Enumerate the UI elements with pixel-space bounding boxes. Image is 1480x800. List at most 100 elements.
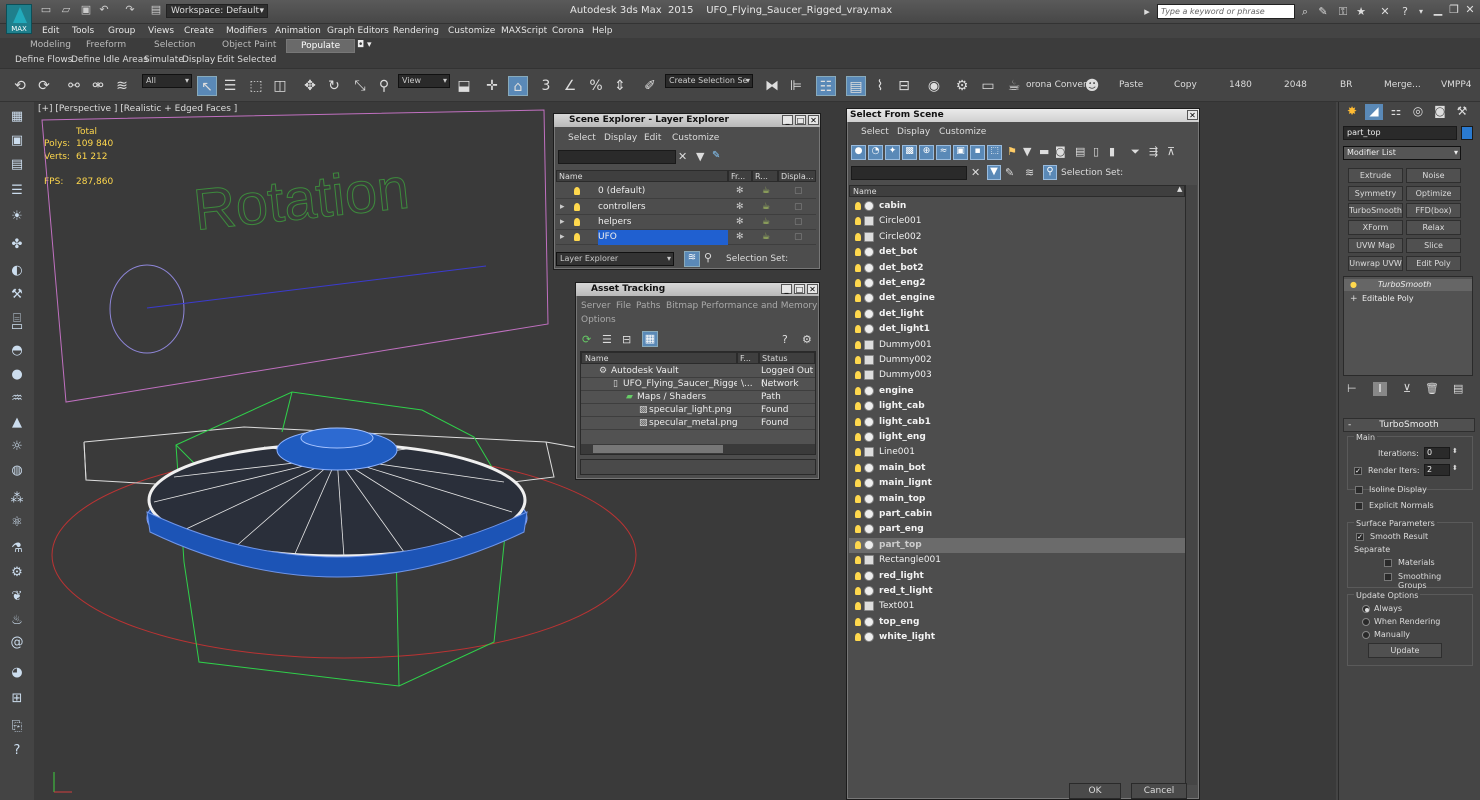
bulb-icon[interactable] bbox=[855, 325, 861, 334]
bulb-icon[interactable] bbox=[855, 602, 861, 611]
optimize-button[interactable]: Optimize bbox=[1406, 186, 1461, 201]
menu-edit[interactable]: Edit bbox=[644, 133, 661, 143]
display-box-icon[interactable]: ▢ bbox=[794, 230, 803, 245]
scene-object-row[interactable]: light_cab1 bbox=[849, 415, 1185, 430]
asset-row[interactable]: ▰ Maps / Shaders bbox=[581, 391, 815, 404]
measure-icon[interactable]: ⚗ bbox=[8, 540, 26, 558]
render-icon[interactable]: ▣ bbox=[8, 132, 26, 150]
refresh-icon[interactable]: ⟳ bbox=[582, 333, 591, 346]
relax-button[interactable]: Relax bbox=[1406, 220, 1461, 235]
scene-object-row[interactable]: det_light bbox=[849, 307, 1185, 322]
xform-button[interactable]: XForm bbox=[1348, 220, 1403, 235]
bulb-icon[interactable] bbox=[855, 510, 861, 518]
column-freeze[interactable]: Fr... bbox=[728, 170, 752, 182]
menu-customize[interactable]: Customize bbox=[939, 127, 986, 137]
bulb-icon[interactable] bbox=[855, 263, 861, 272]
render-teapot-icon[interactable]: ☕ bbox=[1004, 76, 1024, 96]
bulb-icon[interactable] bbox=[855, 463, 861, 472]
move-icon[interactable]: ✥ bbox=[300, 76, 320, 96]
rectangular-selection-icon[interactable]: ⬚ bbox=[246, 76, 266, 96]
all-filter-icon[interactable]: ◙ bbox=[1055, 145, 1066, 158]
vertical-scrollbar[interactable] bbox=[1185, 185, 1197, 785]
edit-named-selection-icon[interactable]: ✐ bbox=[640, 76, 660, 96]
scene-object-row[interactable]: red_t_light bbox=[849, 584, 1185, 599]
menu-edit[interactable]: Edit bbox=[42, 24, 59, 38]
remove-modifier-icon[interactable]: 🗑 bbox=[1425, 382, 1439, 395]
save-icon[interactable]: ▣ bbox=[80, 4, 92, 16]
hierarchy-icon[interactable]: ⚲ bbox=[1043, 165, 1057, 180]
shape-filter-icon[interactable]: ◔ bbox=[868, 145, 883, 160]
scene-object-row[interactable]: Line001 bbox=[849, 445, 1185, 460]
display-all-icon[interactable]: ▤ bbox=[1075, 145, 1085, 158]
menu-graph-editors[interactable]: Graph Editors bbox=[327, 24, 389, 38]
ok-button[interactable]: OK bbox=[1069, 783, 1121, 799]
scene-explorer-titlebar[interactable]: Scene Explorer - Layer Explorer _ □ ✕ bbox=[554, 114, 820, 127]
communication-icon[interactable]: ✎ bbox=[1316, 5, 1330, 19]
scene-object-row[interactable]: white_light bbox=[849, 630, 1185, 645]
cone-icon[interactable]: ▲ bbox=[8, 414, 26, 432]
scene-object-row[interactable]: det_light1 bbox=[849, 322, 1185, 337]
scene-object-row[interactable]: Dummy002 bbox=[849, 353, 1185, 368]
mirror-icon[interactable]: ⧓ bbox=[762, 76, 782, 96]
settings-icon[interactable]: ⚙ bbox=[802, 333, 812, 346]
stack-item-turbosmooth[interactable]: ● TurboSmooth bbox=[1344, 279, 1472, 291]
select-object-icon[interactable]: ↖ bbox=[197, 76, 217, 96]
menu-help[interactable]: Help bbox=[592, 24, 613, 38]
simulate-button[interactable]: Simulate bbox=[144, 55, 184, 65]
favorites-star-icon[interactable]: ★ bbox=[1354, 5, 1368, 19]
br-button[interactable]: BR bbox=[1340, 80, 1352, 90]
column-status[interactable]: Status bbox=[759, 352, 815, 364]
list-icon[interactable]: ☰ bbox=[8, 182, 26, 200]
bulb-icon[interactable] bbox=[855, 279, 861, 287]
lights-icon[interactable]: ☀ bbox=[8, 208, 26, 226]
display-box-icon[interactable]: ▢ bbox=[794, 184, 803, 199]
menu-maxscript[interactable]: MAXScript bbox=[501, 24, 547, 38]
hammer-icon[interactable]: ⚒ bbox=[8, 286, 26, 304]
filter-icon[interactable]: ▼ bbox=[696, 150, 704, 163]
thumbnail-view-icon[interactable]: ⊟ bbox=[622, 333, 631, 346]
minimize-icon[interactable]: _ bbox=[782, 115, 793, 125]
menu-server[interactable]: Server bbox=[581, 301, 611, 311]
binoculars-icon[interactable]: ⌕ bbox=[1298, 5, 1312, 19]
asset-path-field[interactable] bbox=[580, 459, 816, 475]
close-icon[interactable]: ✕ bbox=[808, 115, 819, 125]
turbosmooth-button[interactable]: TurboSmooth bbox=[1348, 203, 1403, 218]
menu-select[interactable]: Select bbox=[861, 127, 889, 137]
expand-search-icon[interactable]: ▸ bbox=[1140, 5, 1154, 19]
bulb-icon[interactable]: ● bbox=[1350, 279, 1357, 291]
help-icon[interactable]: ? bbox=[782, 333, 788, 346]
close-icon[interactable]: ✕ bbox=[807, 284, 818, 294]
geometry-filter-icon[interactable]: ● bbox=[851, 145, 866, 160]
unwrap-uvw-button[interactable]: Unwrap UVW bbox=[1348, 256, 1403, 271]
bulb-icon[interactable] bbox=[855, 433, 861, 441]
bulb-icon[interactable] bbox=[855, 494, 861, 503]
scene-object-row[interactable]: Rectangle001 bbox=[849, 553, 1185, 568]
res-1480-button[interactable]: 1480 bbox=[1229, 80, 1252, 90]
scene-object-row[interactable]: part_cabin bbox=[849, 507, 1185, 522]
bind-space-warp-icon[interactable]: ≋ bbox=[112, 76, 132, 96]
object-color-swatch[interactable] bbox=[1461, 126, 1473, 140]
render-teapot-icon[interactable]: ☕ bbox=[762, 184, 770, 199]
extrude-button[interactable]: Extrude bbox=[1348, 168, 1403, 183]
scene-object-row[interactable]: Dummy003 bbox=[849, 368, 1185, 383]
scene-object-row[interactable]: top_eng bbox=[849, 615, 1185, 630]
filter-icon[interactable]: ▼ bbox=[987, 165, 1001, 180]
snail-icon[interactable]: @ bbox=[8, 634, 26, 652]
placement-icon[interactable]: ⚲ bbox=[374, 76, 394, 96]
update-button[interactable]: Update bbox=[1368, 643, 1442, 658]
workspace-dropdown[interactable]: Workspace: Default bbox=[166, 4, 268, 18]
explorer-type-dropdown[interactable]: Layer Explorer bbox=[556, 252, 674, 266]
display-box-icon[interactable]: ▢ bbox=[794, 200, 803, 215]
scene-explorer-search-input[interactable] bbox=[558, 150, 676, 164]
bulb-icon[interactable] bbox=[855, 202, 861, 210]
bulb-icon[interactable] bbox=[855, 479, 861, 488]
display-button[interactable]: Display bbox=[182, 55, 215, 65]
snaps-toggle-icon[interactable]: 3 bbox=[536, 76, 556, 96]
group-filter-icon[interactable]: ▣ bbox=[953, 145, 968, 160]
horizontal-scrollbar[interactable] bbox=[581, 444, 815, 454]
rotate-icon[interactable]: ↻ bbox=[324, 76, 344, 96]
bone-filter-icon[interactable]: ⬚ bbox=[987, 145, 1002, 160]
asset-row[interactable]: ▧ specular_light.png Found bbox=[581, 404, 815, 417]
xref-filter-icon[interactable]: ▪ bbox=[970, 145, 985, 160]
symmetry-button[interactable]: Symmetry bbox=[1348, 186, 1403, 201]
